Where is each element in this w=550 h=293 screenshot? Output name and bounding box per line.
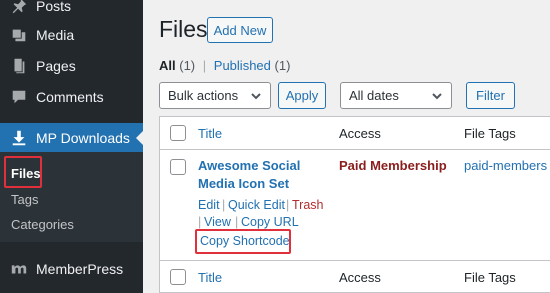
row-action-trash[interactable]: Trash <box>292 198 324 212</box>
view-all-link[interactable]: All <box>159 58 176 73</box>
row-action-copy-url[interactable]: Copy URL <box>241 215 299 229</box>
menu-item-posts[interactable]: Posts <box>0 0 143 21</box>
active-menu-arrow <box>136 131 143 145</box>
filter-button[interactable]: Filter <box>466 82 515 109</box>
row-action-separator: | <box>235 215 239 229</box>
files-highlight-box <box>4 156 42 188</box>
column-file-tags-footer: File Tags <box>464 270 516 285</box>
submenu-item-categories[interactable]: Categories <box>11 217 74 232</box>
files-table: Title Access File Tags Awesome Social Me… <box>159 116 550 293</box>
menu-label-comments: Comments <box>36 89 104 105</box>
menu-item-media[interactable]: Media <box>0 20 143 50</box>
pushpin-icon <box>8 0 30 17</box>
row-action-quick-edit[interactable]: Quick Edit <box>228 198 285 212</box>
bulk-actions-value: Bulk actions <box>168 88 239 103</box>
submenu-item-tags[interactable]: Tags <box>11 192 38 207</box>
row-file-tag-link[interactable]: paid-members <box>464 158 547 173</box>
row-action-view[interactable]: View <box>204 215 231 229</box>
chevron-down-icon <box>250 90 262 105</box>
row-action-separator: | <box>286 198 290 212</box>
column-title-footer[interactable]: Title <box>198 270 222 285</box>
menu-item-pages[interactable]: Pages <box>0 51 143 81</box>
column-file-tags-header: File Tags <box>464 126 516 141</box>
row-title-line-1: Awesome Social <box>198 158 301 173</box>
apply-button[interactable]: Apply <box>278 82 326 109</box>
view-separator: | <box>202 58 207 73</box>
menu-item-comments[interactable]: Comments <box>0 82 143 112</box>
menu-label-memberpress: MemberPress <box>36 261 124 277</box>
view-all-count: (1) <box>179 58 196 73</box>
select-all-checkbox[interactable] <box>170 125 186 141</box>
view-published-link[interactable]: Published <box>214 58 271 73</box>
chevron-down-icon <box>431 90 443 105</box>
row-action-separator: | <box>222 198 226 212</box>
memberpress-icon <box>8 258 30 280</box>
admin-sidebar: Posts Media Pages Comments MP Downloads … <box>0 0 143 293</box>
select-all-checkbox-footer[interactable] <box>170 269 186 285</box>
view-filters: All (1) | Published (1) <box>159 58 290 73</box>
date-filter-value: All dates <box>349 88 399 103</box>
menu-label-media: Media <box>36 27 75 43</box>
column-title-header[interactable]: Title <box>198 126 222 141</box>
row-access-value: Paid Membership <box>339 158 447 173</box>
menu-label-mp-downloads: MP Downloads <box>36 130 130 146</box>
copy-shortcode-highlight-box <box>195 229 291 254</box>
media-icon <box>8 24 30 46</box>
pages-icon <box>8 55 30 77</box>
menu-item-memberpress[interactable]: MemberPress <box>0 254 143 284</box>
view-published-count: (1) <box>274 58 291 73</box>
download-icon <box>8 127 30 149</box>
date-filter-select[interactable]: All dates <box>340 82 452 109</box>
row-title-line-2: Media Icon Set <box>198 176 290 191</box>
comment-icon <box>8 86 30 108</box>
column-access-footer: Access <box>339 270 381 285</box>
row-action-edit[interactable]: Edit <box>198 198 220 212</box>
row-checkbox[interactable] <box>170 159 186 175</box>
main-content: Files Add New All (1) | Published (1) Bu… <box>143 0 550 293</box>
menu-label-posts: Posts <box>36 0 72 14</box>
row-action-separator: | <box>198 215 202 229</box>
add-new-button[interactable]: Add New <box>207 17 273 43</box>
page-title: Files <box>159 16 208 42</box>
menu-item-mp-downloads[interactable]: MP Downloads <box>0 123 143 153</box>
table-header: Title Access File Tags <box>160 117 550 150</box>
bulk-actions-select[interactable]: Bulk actions <box>159 82 271 109</box>
table-footer: Title Access File Tags <box>160 260 550 293</box>
menu-label-pages: Pages <box>36 58 76 74</box>
column-access-header: Access <box>339 126 381 141</box>
row-title-link[interactable]: Awesome Social Media Icon Set <box>198 157 318 193</box>
